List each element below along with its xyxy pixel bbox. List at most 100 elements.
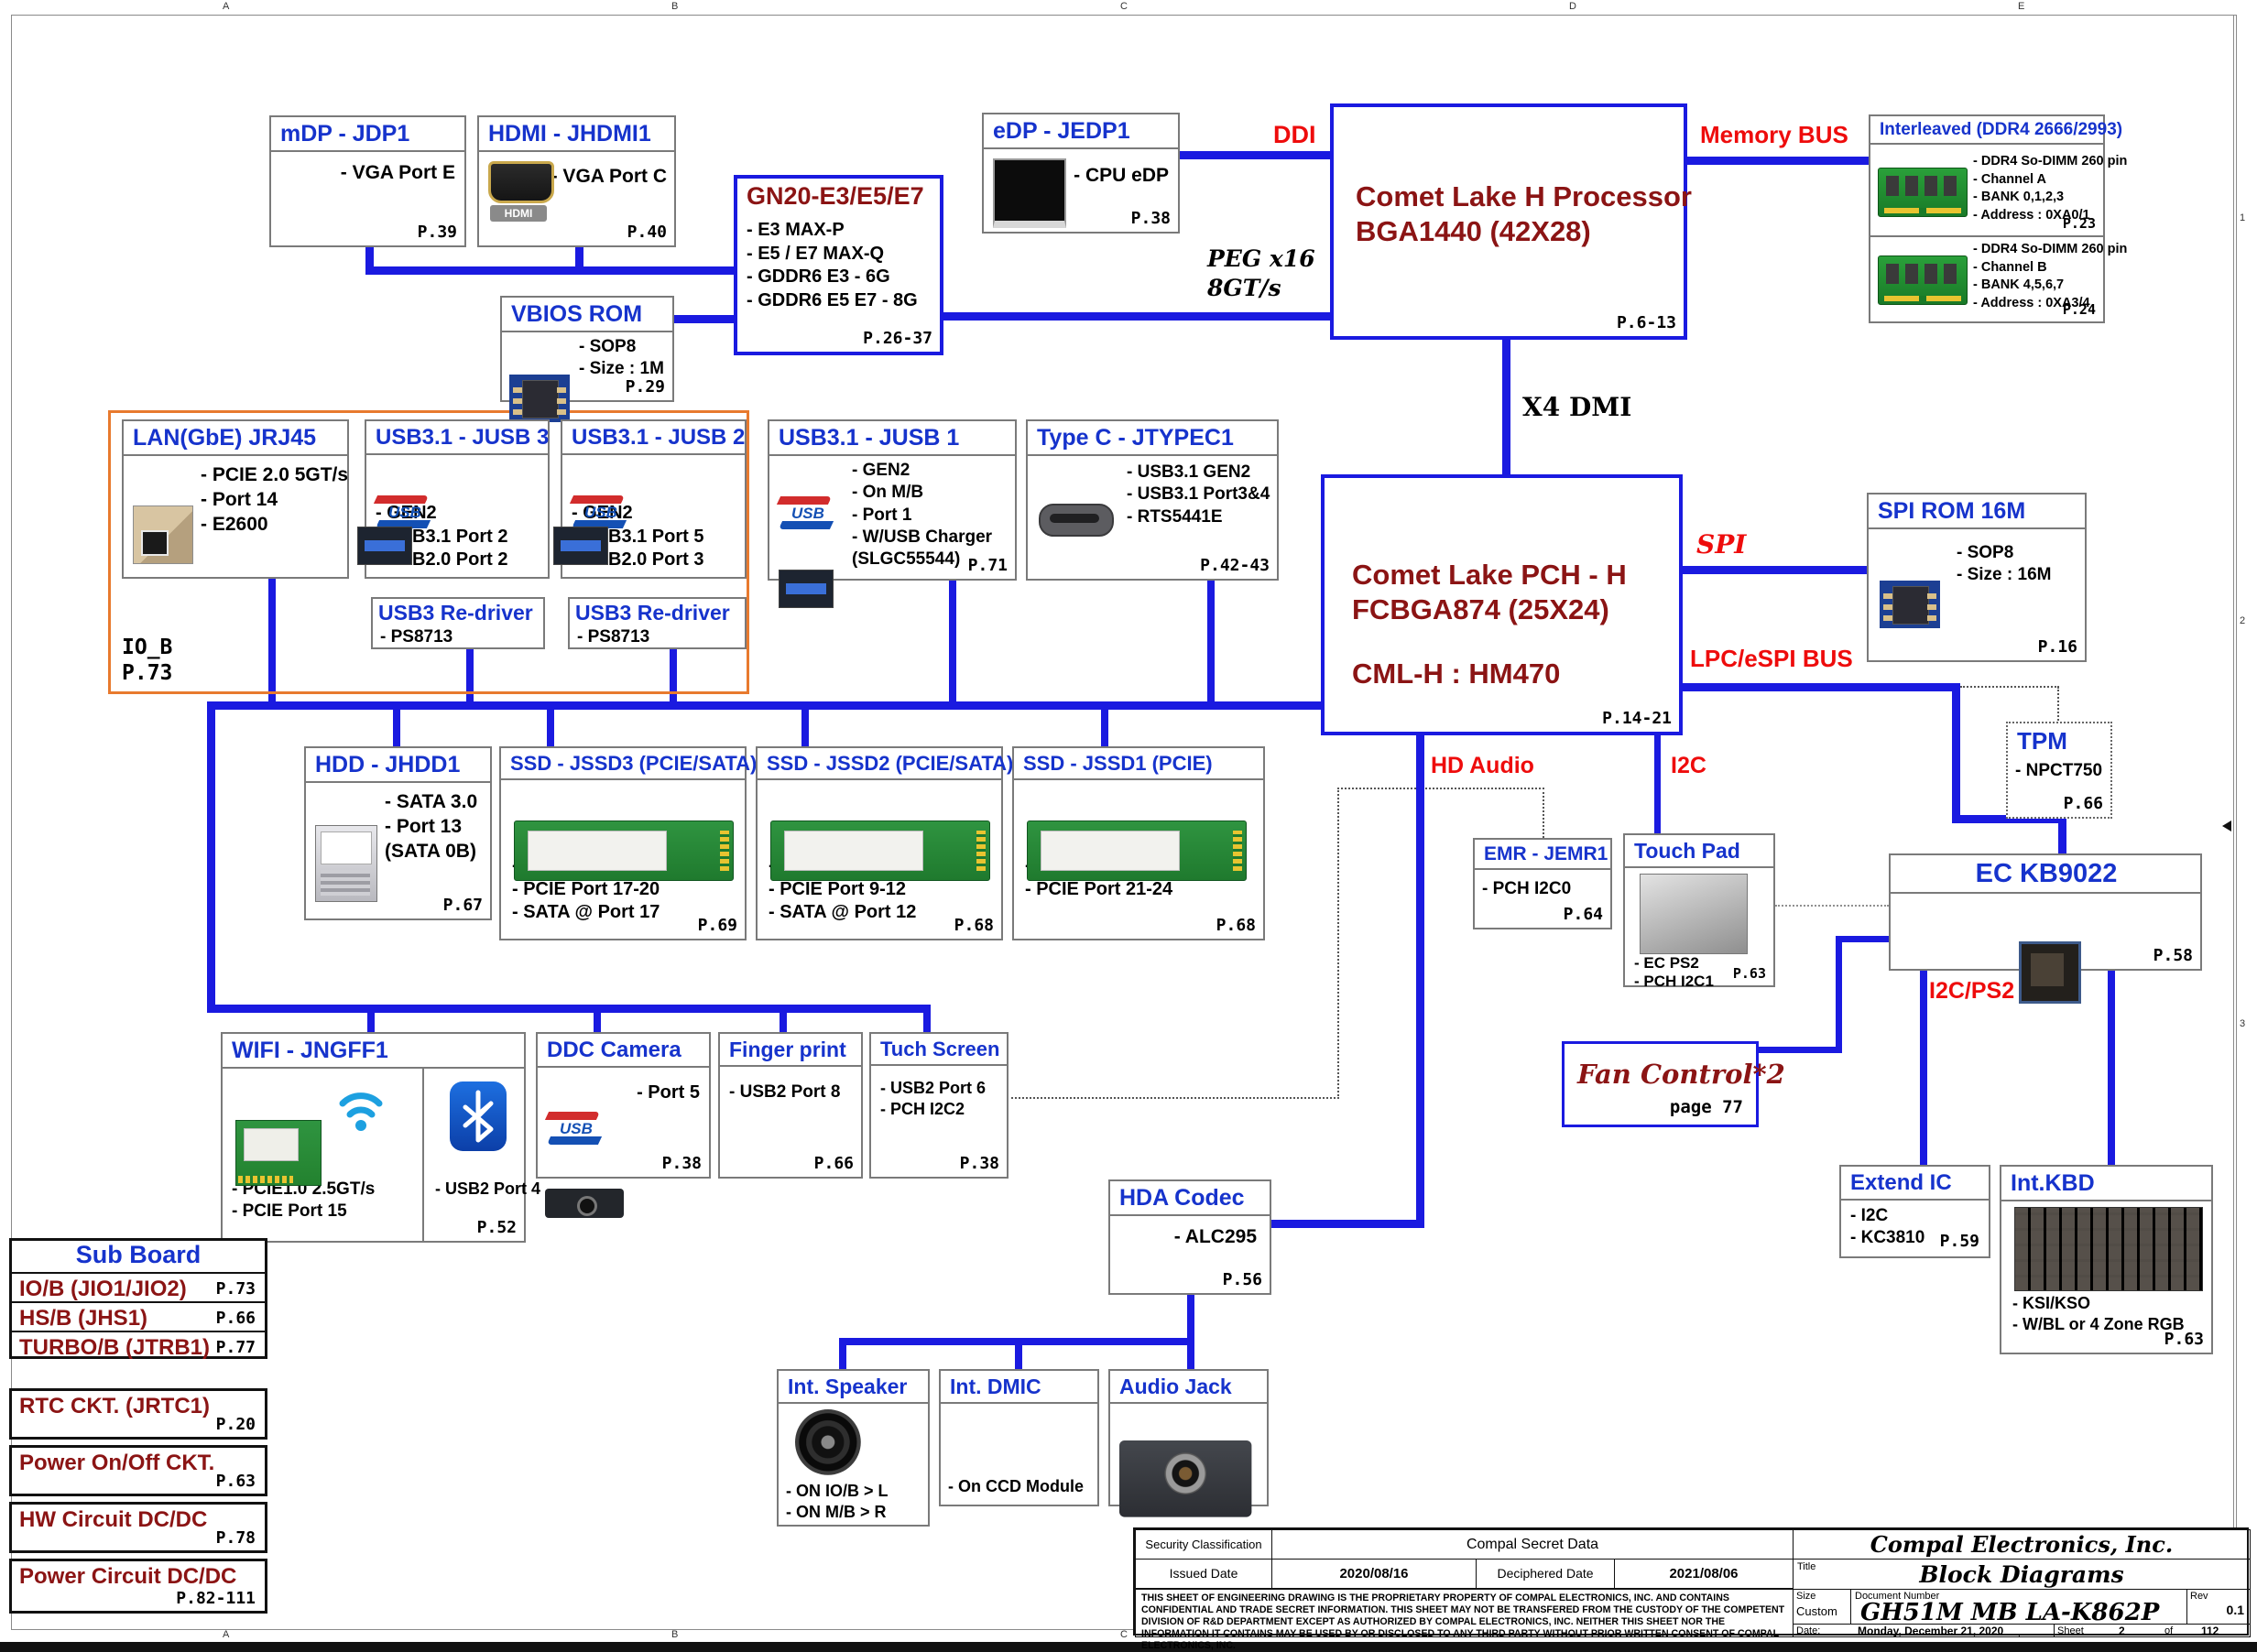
cpu-title: Comet Lake H Processor [1356,180,1692,213]
size-value: Custom [1796,1604,1837,1618]
wire-emr-h [1337,788,1544,789]
spec-line: - E2600 [201,513,348,538]
spec-line: - Address : 0XA3/4 [1973,295,2127,313]
pch-subtitle: FCBGA874 (25X24) [1352,593,1609,626]
box-tpm: TPM - NPCT750 P.66 [2006,722,2112,819]
spec-lines: - VGA Port E [341,161,455,186]
spec-line: - W/USB Charger [852,527,992,549]
label-io-b: IO_B [122,636,172,659]
box-jusb3: USB3.1 - JUSB 3 USB - GEN2- USB3.1 Port … [365,419,550,579]
wire-emr-drop [1543,788,1544,838]
box-usb3-redriver-1: USB3 Re-driver - PS8713 [371,597,545,649]
box-title: Finger print [720,1034,861,1067]
spec-lines: - Port 5 [637,1081,700,1105]
box-ssd3: SSD - JSSD3 (PCIE/SATA) - PCIE 2.0 5GT/s… [499,746,747,940]
sub-board-table: Sub Board IO/B (JIO1/JIO2) P.73 HS/B (JH… [9,1238,267,1359]
spec-line: - On CCD Module [948,1476,1084,1497]
size-label: Size [1796,1591,1815,1602]
label-hd-audio: HD Audio [1431,753,1534,779]
bus-lpc-v1 [1952,683,1960,823]
deciphered-date-label: Deciphered Date [1476,1559,1615,1589]
spec-line: - BANK 0,1,2,3 [1973,189,2127,207]
rev-value: 0.1 [2227,1603,2244,1617]
box-title: Int. DMIC [941,1371,1097,1404]
date-cell: Date: Monday, December 21, 2020 [1793,1624,2055,1637]
spec-line: - PCH I2C0 [1482,878,1571,900]
bus-main-left-v [207,701,215,1013]
spec-line: - PS8713 [577,626,649,648]
box-hda-codec: HDA Codec - ALC295 P.56 [1108,1179,1271,1295]
page-ref: P.73 [216,1279,256,1299]
bus-hdaudio-h [1270,1220,1421,1228]
bus-ssd1-drop [1101,708,1108,748]
bus-ec-intkbd [2108,969,2115,1167]
box-title: Extend IC [1841,1167,1989,1201]
box-int-dmic: Int. DMIC - On CCD Module [939,1369,1099,1506]
box-int-speaker: Int. Speaker - ON IO/B > L- ON M/B > R [777,1369,930,1527]
spec-line: - PCIE Port 21-24 [1025,878,1172,902]
box-title: Int. Speaker [779,1371,928,1404]
sub-board-row: HS/B (JHS1) P.66 [12,1301,265,1331]
page-ref: P.66 [216,1309,256,1328]
sop8-chip-icon [509,375,570,422]
spec-line: - PS8713 [380,626,452,648]
label-memory-bus: Memory BUS [1700,121,1848,149]
spec-line: - USB2 Port 4 [435,1179,540,1200]
box-title: SSD - JSSD3 (PCIE/SATA) [501,748,745,780]
sop8-chip-icon [1880,581,1940,628]
label-io-b-page: P.73 [122,661,172,685]
spec-line: - VGA Port C [551,165,667,190]
bus-ddi [1180,151,1332,159]
page-ref: P.59 [1940,1232,1979,1251]
spec-line: - PCH I2C1 [1634,973,1714,991]
page-ref: P.16 [2038,637,2077,657]
wifi-signal-icon [329,1078,393,1133]
spec-line: - PCH I2C2 [880,1099,986,1120]
issued-date-value: 2020/08/16 [1271,1559,1477,1589]
spec-line: (SATA 0B) [385,840,477,864]
bluetooth-icon [450,1081,507,1151]
superspeed-usb-logo-icon: USB [572,495,628,528]
rj45-connector-icon [133,505,193,564]
ruler-letter: A [223,1629,229,1640]
spec-lines: - USB2 Port 4 [435,1179,540,1200]
ssd-module-icon [1027,821,1247,881]
page-ref: P.68 [954,916,994,935]
spec-lines: - USB3.1 GEN2- USB3.1 Port3&4- RTS5441E [1127,462,1270,528]
bus-jusb1-drop [949,581,956,703]
sheet-border-inner-right [2233,15,2234,1628]
page-ref: P.64 [1564,905,1603,924]
spec-line: - PCIE Port 17-20 [512,878,660,902]
sub-board-row: TURBO/B (JTRB1) P.77 [12,1331,265,1360]
ruler-letter: C [1120,1629,1128,1640]
bus-finger-drop [780,1005,787,1034]
spec-lines: - SATA 3.0- Port 13(SATA 0B) [385,790,477,864]
label-i2c-ps2: I2C/PS2 [1929,978,2014,1005]
hi-speed-usb-logo-icon: USB [547,1112,604,1145]
box-tuch-screen: Tuch Screen - USB2 Port 6- PCH I2C2 P.38 [869,1032,1009,1179]
spec-line: - Port 1 [852,505,992,527]
ruler-letter: B [671,1629,678,1640]
spec-lines: - SOP8- Size : 16M [1957,542,2051,587]
document-number-cell: Document Number GH51M MB LA-K862P [1850,1589,2187,1625]
box-gn20: GN20-E3/E5/E7 - E3 MAX-P- E5 / E7 MAX-Q-… [734,175,943,355]
usb-port-icon [779,570,834,608]
usb-c-port-icon [1039,504,1114,537]
box-title: eDP - JEDP1 [984,114,1178,149]
box-power-onoff: Power On/Off CKT. P.63 [9,1445,267,1496]
box-title: HDMI - JHDMI1 [479,117,674,152]
spec-line: - Channel A [1973,171,2127,190]
spec-line: - Port 5 [637,1081,700,1105]
superspeed-usb-logo-icon: USB [376,495,432,528]
dimm-channel-b: - DDR4 So-DIMM 260 pin- Channel B- BANK … [1870,237,2103,321]
page-ref: P.78 [216,1528,256,1548]
page-ref: P.69 [698,916,737,935]
spec-line: - SOP8 [579,336,664,358]
spec-line: - E5 / E7 MAX-Q [747,243,918,266]
box-fingerprint: Finger print - USB2 Port 8 P.66 [718,1032,863,1179]
box-edp: eDP - JEDP1 - CPU eDP P.38 [982,113,1180,234]
box-title: USB3 Re-driver [373,599,543,627]
box-title: Tuch Screen [871,1034,1007,1066]
label-ddi: DDI [1273,121,1316,149]
spec-line: - USB3.1 GEN2 [1127,462,1270,484]
